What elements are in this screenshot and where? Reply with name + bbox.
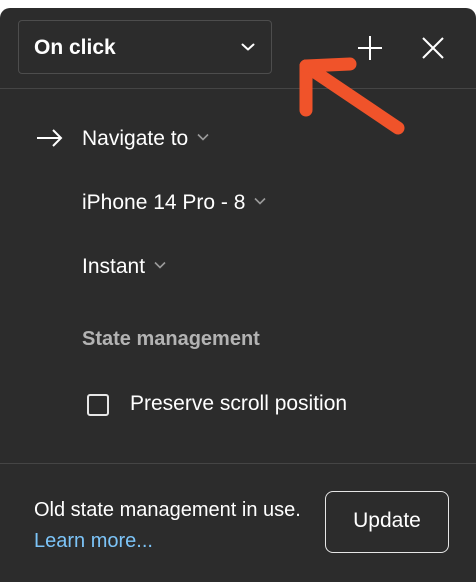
chevron-down-icon <box>154 262 166 270</box>
update-button[interactable]: Update <box>325 491 449 553</box>
state-management-title: State management <box>82 328 260 350</box>
close-button[interactable] <box>415 30 451 66</box>
add-interaction-button[interactable] <box>352 30 388 66</box>
destination-text: iPhone 14 Pro - 8 <box>82 191 267 215</box>
footer-message: Old state management in use. Learn more.… <box>34 495 304 557</box>
chevron-down-icon <box>197 134 209 142</box>
close-icon <box>422 37 444 59</box>
action-type-text: Navigate to <box>82 127 209 151</box>
panel-header: On click <box>0 8 476 89</box>
interaction-panel: On click Navigate to iPhone 14 Pro - 8 I… <box>0 8 476 582</box>
footer-message-text: Old state management in use. <box>34 499 301 521</box>
animation-text: Instant <box>82 255 166 279</box>
chevron-down-icon <box>241 43 255 51</box>
preserve-scroll-label[interactable]: Preserve scroll position <box>130 392 347 416</box>
animation-dropdown[interactable]: Instant <box>0 247 200 287</box>
plus-icon <box>358 36 382 60</box>
destination-dropdown[interactable]: iPhone 14 Pro - 8 <box>0 183 300 223</box>
trigger-dropdown[interactable]: On click <box>18 20 272 74</box>
animation-label: Instant <box>82 255 146 278</box>
action-type-label: Navigate to <box>82 127 189 150</box>
arrow-right-icon <box>37 129 63 147</box>
chevron-down-icon <box>254 198 267 206</box>
preserve-scroll-checkbox[interactable] <box>87 394 109 416</box>
destination-label: iPhone 14 Pro - 8 <box>82 191 246 214</box>
action-type-dropdown[interactable]: Navigate to <box>0 119 260 159</box>
trigger-dropdown-label: On click <box>34 36 116 59</box>
learn-more-link[interactable]: Learn more... <box>34 530 153 552</box>
panel-footer: Old state management in use. Learn more.… <box>0 463 476 583</box>
